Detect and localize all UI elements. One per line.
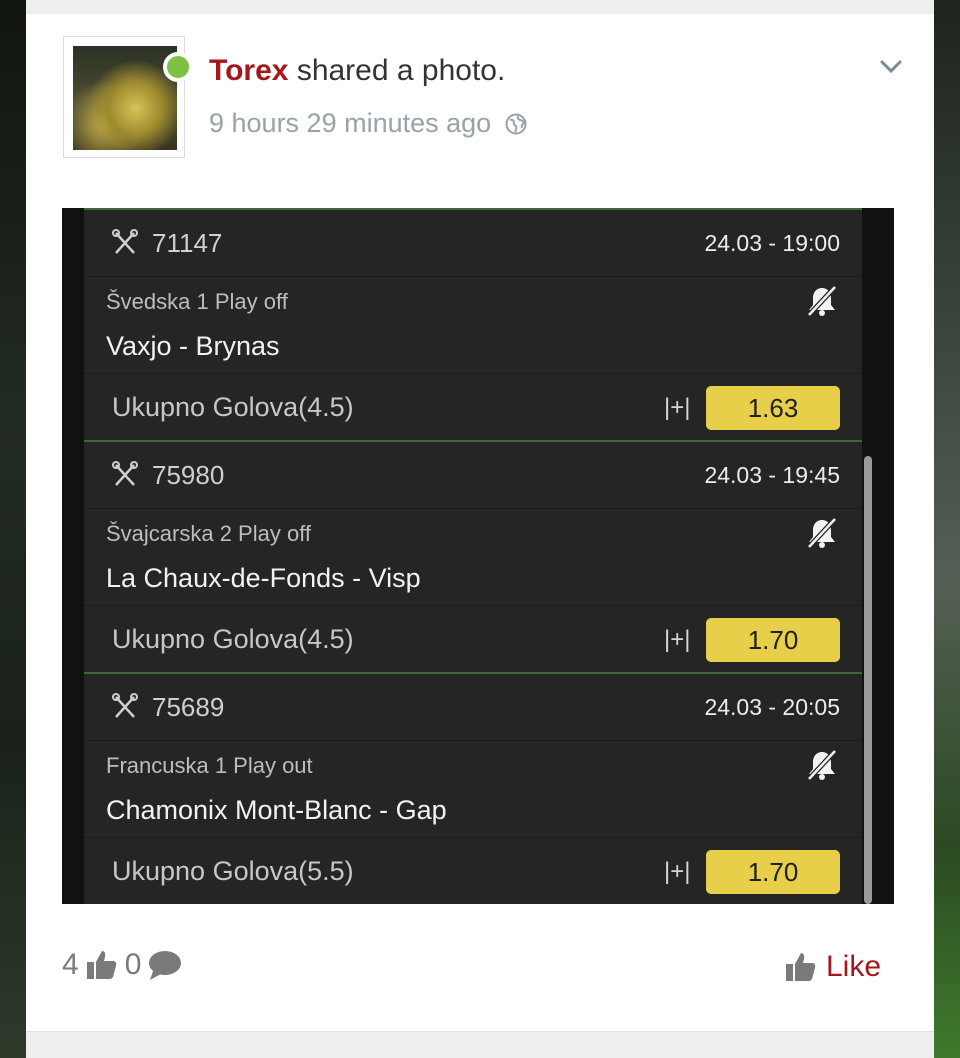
card-bottom-divider <box>26 1031 934 1058</box>
thumbs-up-icon <box>786 953 816 981</box>
online-status-indicator <box>163 52 193 82</box>
comment-icon[interactable] <box>147 949 183 981</box>
like-button[interactable]: Like <box>784 950 881 984</box>
post-header: Torex shared a photo. <box>209 54 505 88</box>
bet-id-row: 75689 24.03 - 20:05 <box>84 674 862 741</box>
bet-market-row: Ukupno Golova(4.5) |+| 1.70 <box>84 606 862 674</box>
thumbs-up-icon[interactable] <box>85 948 119 982</box>
bet-match-row: Švajcarska 2 Play off La Chaux-de-Fonds … <box>84 509 862 606</box>
reaction-counts: 4 0 <box>62 948 183 982</box>
bet-sign: |+| <box>664 626 691 653</box>
post-card: Torex shared a photo. 9 hours 29 minutes… <box>26 0 934 1058</box>
chevron-down-icon[interactable] <box>878 54 904 80</box>
bell-off-icon[interactable] <box>804 283 840 319</box>
bet-id-row: 75980 24.03 - 19:45 <box>84 442 862 509</box>
scissors-icon <box>112 229 138 254</box>
bet-slip: 71147 24.03 - 19:00 Švedska 1 Play off V… <box>84 208 862 904</box>
bet-market-row: Ukupno Golova(4.5) |+| 1.63 <box>84 374 862 442</box>
post-action: shared a photo. <box>296 54 506 87</box>
league-name: Francuska 1 Play out <box>106 753 313 778</box>
bet-market: Ukupno Golova(5.5) <box>112 856 354 886</box>
bell-off-icon[interactable] <box>804 515 840 551</box>
bet-match-row: Švedska 1 Play off Vaxjo - Brynas <box>84 277 862 374</box>
bet-datetime: 24.03 - 19:45 <box>704 462 840 488</box>
match-teams: La Chaux-de-Fonds - Visp <box>106 563 421 593</box>
post-meta: 9 hours 29 minutes ago <box>209 108 527 139</box>
like-count: 4 <box>62 948 79 981</box>
scrollbar[interactable] <box>864 456 872 904</box>
league-name: Švajcarska 2 Play off <box>106 521 312 546</box>
bell-off-icon[interactable] <box>804 747 840 783</box>
background-left <box>0 0 26 1058</box>
card-top-divider <box>26 0 934 14</box>
league-name: Švedska 1 Play off <box>106 289 288 314</box>
bet-market: Ukupno Golova(4.5) <box>112 392 354 422</box>
match-teams: Vaxjo - Brynas <box>106 331 280 361</box>
background-right <box>934 0 960 1058</box>
like-label: Like <box>826 950 882 983</box>
bet-id: 75980 <box>152 460 225 490</box>
avatar[interactable] <box>63 36 193 158</box>
post-timestamp[interactable]: 9 hours 29 minutes ago <box>209 108 491 139</box>
odd-button[interactable]: 1.70 <box>706 618 840 662</box>
bet-datetime: 24.03 - 19:00 <box>704 230 840 256</box>
scissors-icon <box>112 693 138 718</box>
scissors-icon <box>112 461 138 486</box>
bet-sign: |+| <box>664 394 691 421</box>
bet-market-row: Ukupno Golova(5.5) |+| 1.70 <box>84 838 862 904</box>
author-link[interactable]: Torex <box>209 54 288 87</box>
bet-match-row: Francuska 1 Play out Chamonix Mont-Blanc… <box>84 741 862 838</box>
globe-icon <box>505 113 527 134</box>
avatar-image <box>73 46 177 150</box>
odd-button[interactable]: 1.63 <box>706 386 840 430</box>
bet-id-row: 71147 24.03 - 19:00 <box>84 210 862 277</box>
match-teams: Chamonix Mont-Blanc - Gap <box>106 795 447 825</box>
bet-id: 75689 <box>152 692 225 722</box>
bet-id: 71147 <box>152 228 223 258</box>
shared-photo[interactable]: 71147 24.03 - 19:00 Švedska 1 Play off V… <box>62 208 894 904</box>
bet-sign: |+| <box>664 858 691 885</box>
bet-market: Ukupno Golova(4.5) <box>112 624 354 654</box>
comment-count: 0 <box>124 948 142 981</box>
bet-datetime: 24.03 - 20:05 <box>704 694 840 720</box>
odd-button[interactable]: 1.70 <box>706 850 840 894</box>
